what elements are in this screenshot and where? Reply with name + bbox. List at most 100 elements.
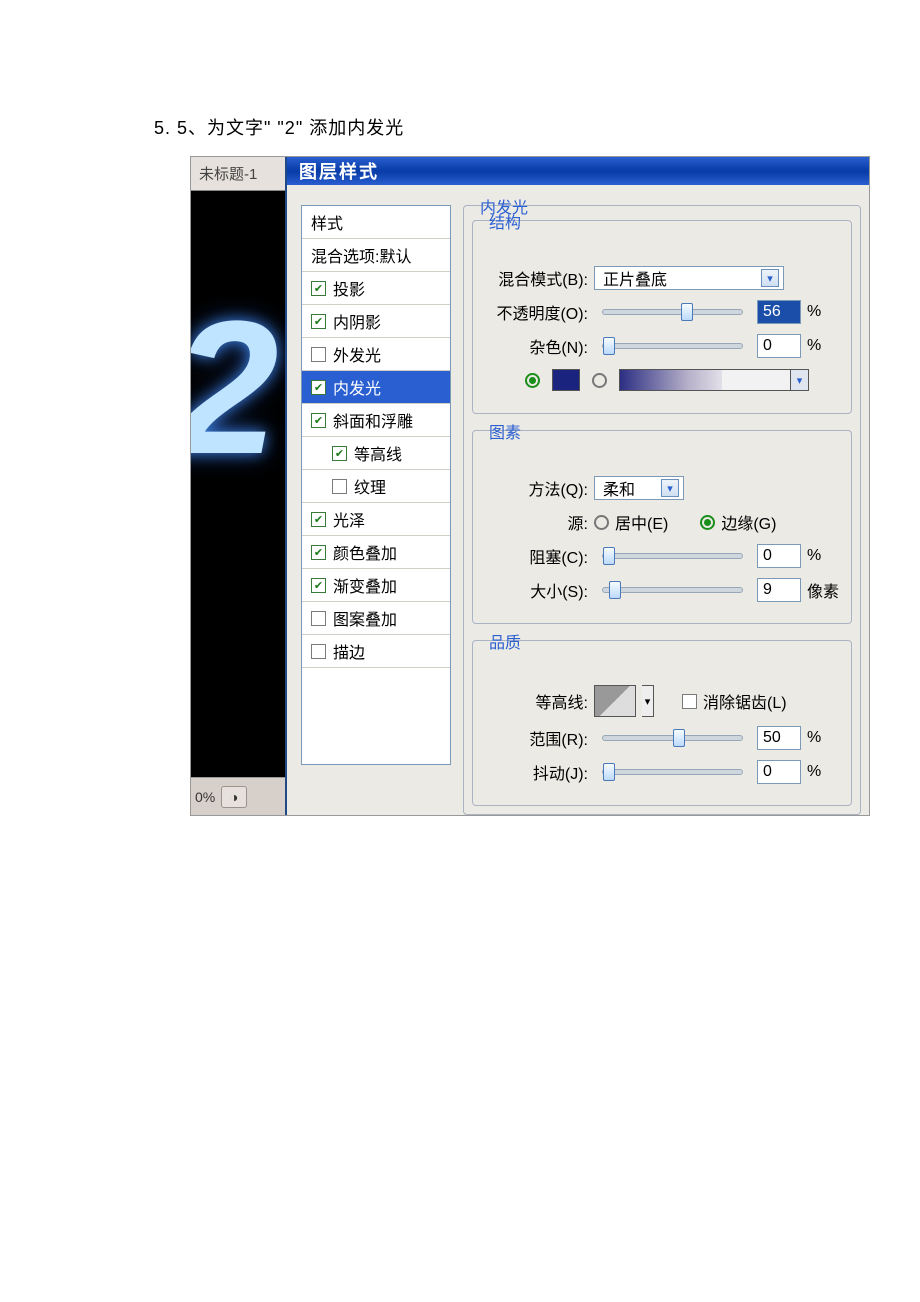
document-tab[interactable]: 未标题-1	[191, 157, 285, 191]
opacity-input[interactable]: 56	[757, 300, 801, 324]
checkbox-icon[interactable]	[311, 644, 326, 659]
style-item-3[interactable]: ✔ 内发光	[302, 371, 450, 404]
size-label: 大小(S):	[485, 578, 588, 602]
checkbox-icon[interactable]: ✔	[311, 578, 326, 593]
style-item-label: 颜色叠加	[333, 540, 397, 564]
contour-picker[interactable]	[594, 685, 636, 717]
style-blend-defaults-label: 混合选项:默认	[311, 243, 411, 267]
source-label: 源:	[485, 510, 588, 534]
style-item-5[interactable]: ✔ 等高线	[302, 437, 450, 470]
style-item-label: 等高线	[354, 441, 402, 465]
zoom-value: 0%	[195, 789, 215, 805]
checkbox-icon[interactable]: ✔	[311, 380, 326, 395]
checkbox-icon[interactable]: ✔	[311, 314, 326, 329]
noise-unit: %	[807, 337, 839, 355]
glow-gradient-swatch[interactable]	[619, 369, 791, 391]
style-item-label: 外发光	[333, 342, 381, 366]
style-item-label: 渐变叠加	[333, 573, 397, 597]
layer-style-dialog: 图层样式 样式 混合选项:默认 ✔投影✔内阴影外发光✔内发光✔斜面和浮雕✔等高线…	[285, 157, 869, 815]
dialog-title: 图层样式	[299, 158, 379, 184]
blend-mode-value: 正片叠底	[603, 266, 757, 290]
chevron-down-icon[interactable]: ▾	[791, 369, 809, 391]
style-item-10[interactable]: 图案叠加	[302, 602, 450, 635]
jitter-unit: %	[807, 763, 839, 781]
source-edge-radio[interactable]	[700, 515, 715, 530]
style-item-label: 描边	[333, 639, 365, 663]
quality-group: 品质 等高线: ▾ 消除锯齿(L) 范围(R): 50	[472, 640, 852, 806]
dialog-body: 样式 混合选项:默认 ✔投影✔内阴影外发光✔内发光✔斜面和浮雕✔等高线纹理✔光泽…	[287, 185, 869, 815]
style-item-8[interactable]: ✔ 颜色叠加	[302, 536, 450, 569]
style-item-label: 内发光	[333, 375, 381, 399]
glow-color-radio[interactable]	[525, 373, 540, 388]
opacity-slider[interactable]	[602, 309, 743, 315]
choke-input[interactable]: 0	[757, 544, 801, 568]
checkbox-icon[interactable]	[311, 611, 326, 626]
style-list: 样式 混合选项:默认 ✔投影✔内阴影外发光✔内发光✔斜面和浮雕✔等高线纹理✔光泽…	[301, 205, 451, 765]
choke-slider[interactable]	[602, 553, 743, 559]
style-item-label: 图案叠加	[333, 606, 397, 630]
checkbox-icon[interactable]: ✔	[311, 512, 326, 527]
structure-title: 结构	[483, 209, 527, 233]
choke-value: 0	[763, 547, 772, 565]
checkbox-icon[interactable]: ✔	[311, 413, 326, 428]
style-item-7[interactable]: ✔ 光泽	[302, 503, 450, 536]
source-center-radio[interactable]	[594, 515, 609, 530]
style-item-label: 光泽	[333, 507, 365, 531]
noise-slider[interactable]	[602, 343, 743, 349]
size-value: 9	[763, 581, 772, 599]
blend-mode-combo[interactable]: 正片叠底 ▾	[594, 266, 784, 290]
antialias-checkbox[interactable]	[682, 694, 697, 709]
opacity-value: 56	[763, 303, 781, 321]
style-blend-defaults[interactable]: 混合选项:默认	[302, 239, 450, 272]
checkbox-icon[interactable]: ✔	[311, 281, 326, 296]
inner-glow-panel: 内发光 结构 混合模式(B): 正片叠底 ▾ 不透明度(O):	[463, 205, 869, 815]
chevron-down-icon[interactable]: ▾	[642, 685, 654, 717]
figure-caption: 5. 5、为文字" "2" 添加内发光	[154, 114, 404, 140]
noise-input[interactable]: 0	[757, 334, 801, 358]
document-canvas[interactable]: 2	[191, 191, 285, 777]
style-item-0[interactable]: ✔投影	[302, 272, 450, 305]
size-unit: 像素	[807, 578, 839, 602]
jitter-input[interactable]: 0	[757, 760, 801, 784]
method-combo[interactable]: 柔和 ▾	[594, 476, 684, 500]
style-item-1[interactable]: ✔ 内阴影	[302, 305, 450, 338]
style-list-header[interactable]: 样式	[302, 206, 450, 239]
method-value: 柔和	[603, 476, 657, 500]
checkbox-icon[interactable]	[332, 479, 347, 494]
opacity-label: 不透明度(O):	[485, 300, 588, 324]
status-bar: 0% ◑	[191, 777, 285, 815]
antialias-label: 消除锯齿(L)	[703, 689, 787, 713]
style-item-11[interactable]: 描边	[302, 635, 450, 668]
nav-button[interactable]: ◑	[221, 786, 247, 808]
structure-group: 结构 混合模式(B): 正片叠底 ▾ 不透明度(O): 56	[472, 220, 852, 414]
checkbox-icon[interactable]	[311, 347, 326, 362]
checkbox-icon[interactable]: ✔	[332, 446, 347, 461]
method-label: 方法(Q):	[485, 476, 588, 500]
glow-color-swatch[interactable]	[552, 369, 580, 391]
jitter-value: 0	[763, 763, 772, 781]
range-input[interactable]: 50	[757, 726, 801, 750]
range-slider[interactable]	[602, 735, 743, 741]
style-item-2[interactable]: 外发光	[302, 338, 450, 371]
contour-label: 等高线:	[485, 689, 588, 713]
range-unit: %	[807, 729, 839, 747]
size-slider[interactable]	[602, 587, 743, 593]
checkbox-icon[interactable]: ✔	[311, 545, 326, 560]
screenshot-frame: 未标题-1 2 0% ◑ 图层样式 样式 混合选项:默认 ✔投影✔内阴影外发光✔…	[190, 156, 870, 816]
glow-gradient-radio[interactable]	[592, 373, 607, 388]
style-item-4[interactable]: ✔斜面和浮雕	[302, 404, 450, 437]
chevron-down-icon: ▾	[761, 269, 779, 287]
choke-unit: %	[807, 547, 839, 565]
style-item-9[interactable]: ✔ 渐变叠加	[302, 569, 450, 602]
noise-label: 杂色(N):	[485, 334, 588, 358]
opacity-unit: %	[807, 303, 839, 321]
jitter-slider[interactable]	[602, 769, 743, 775]
source-edge-label: 边缘(G)	[721, 510, 776, 534]
style-item-6[interactable]: 纹理	[302, 470, 450, 503]
dialog-titlebar[interactable]: 图层样式	[287, 157, 869, 185]
style-item-label: 内阴影	[333, 309, 381, 333]
size-input[interactable]: 9	[757, 578, 801, 602]
canvas-text-2: 2	[191, 303, 279, 474]
range-value: 50	[763, 729, 781, 747]
choke-label: 阻塞(C):	[485, 544, 588, 568]
